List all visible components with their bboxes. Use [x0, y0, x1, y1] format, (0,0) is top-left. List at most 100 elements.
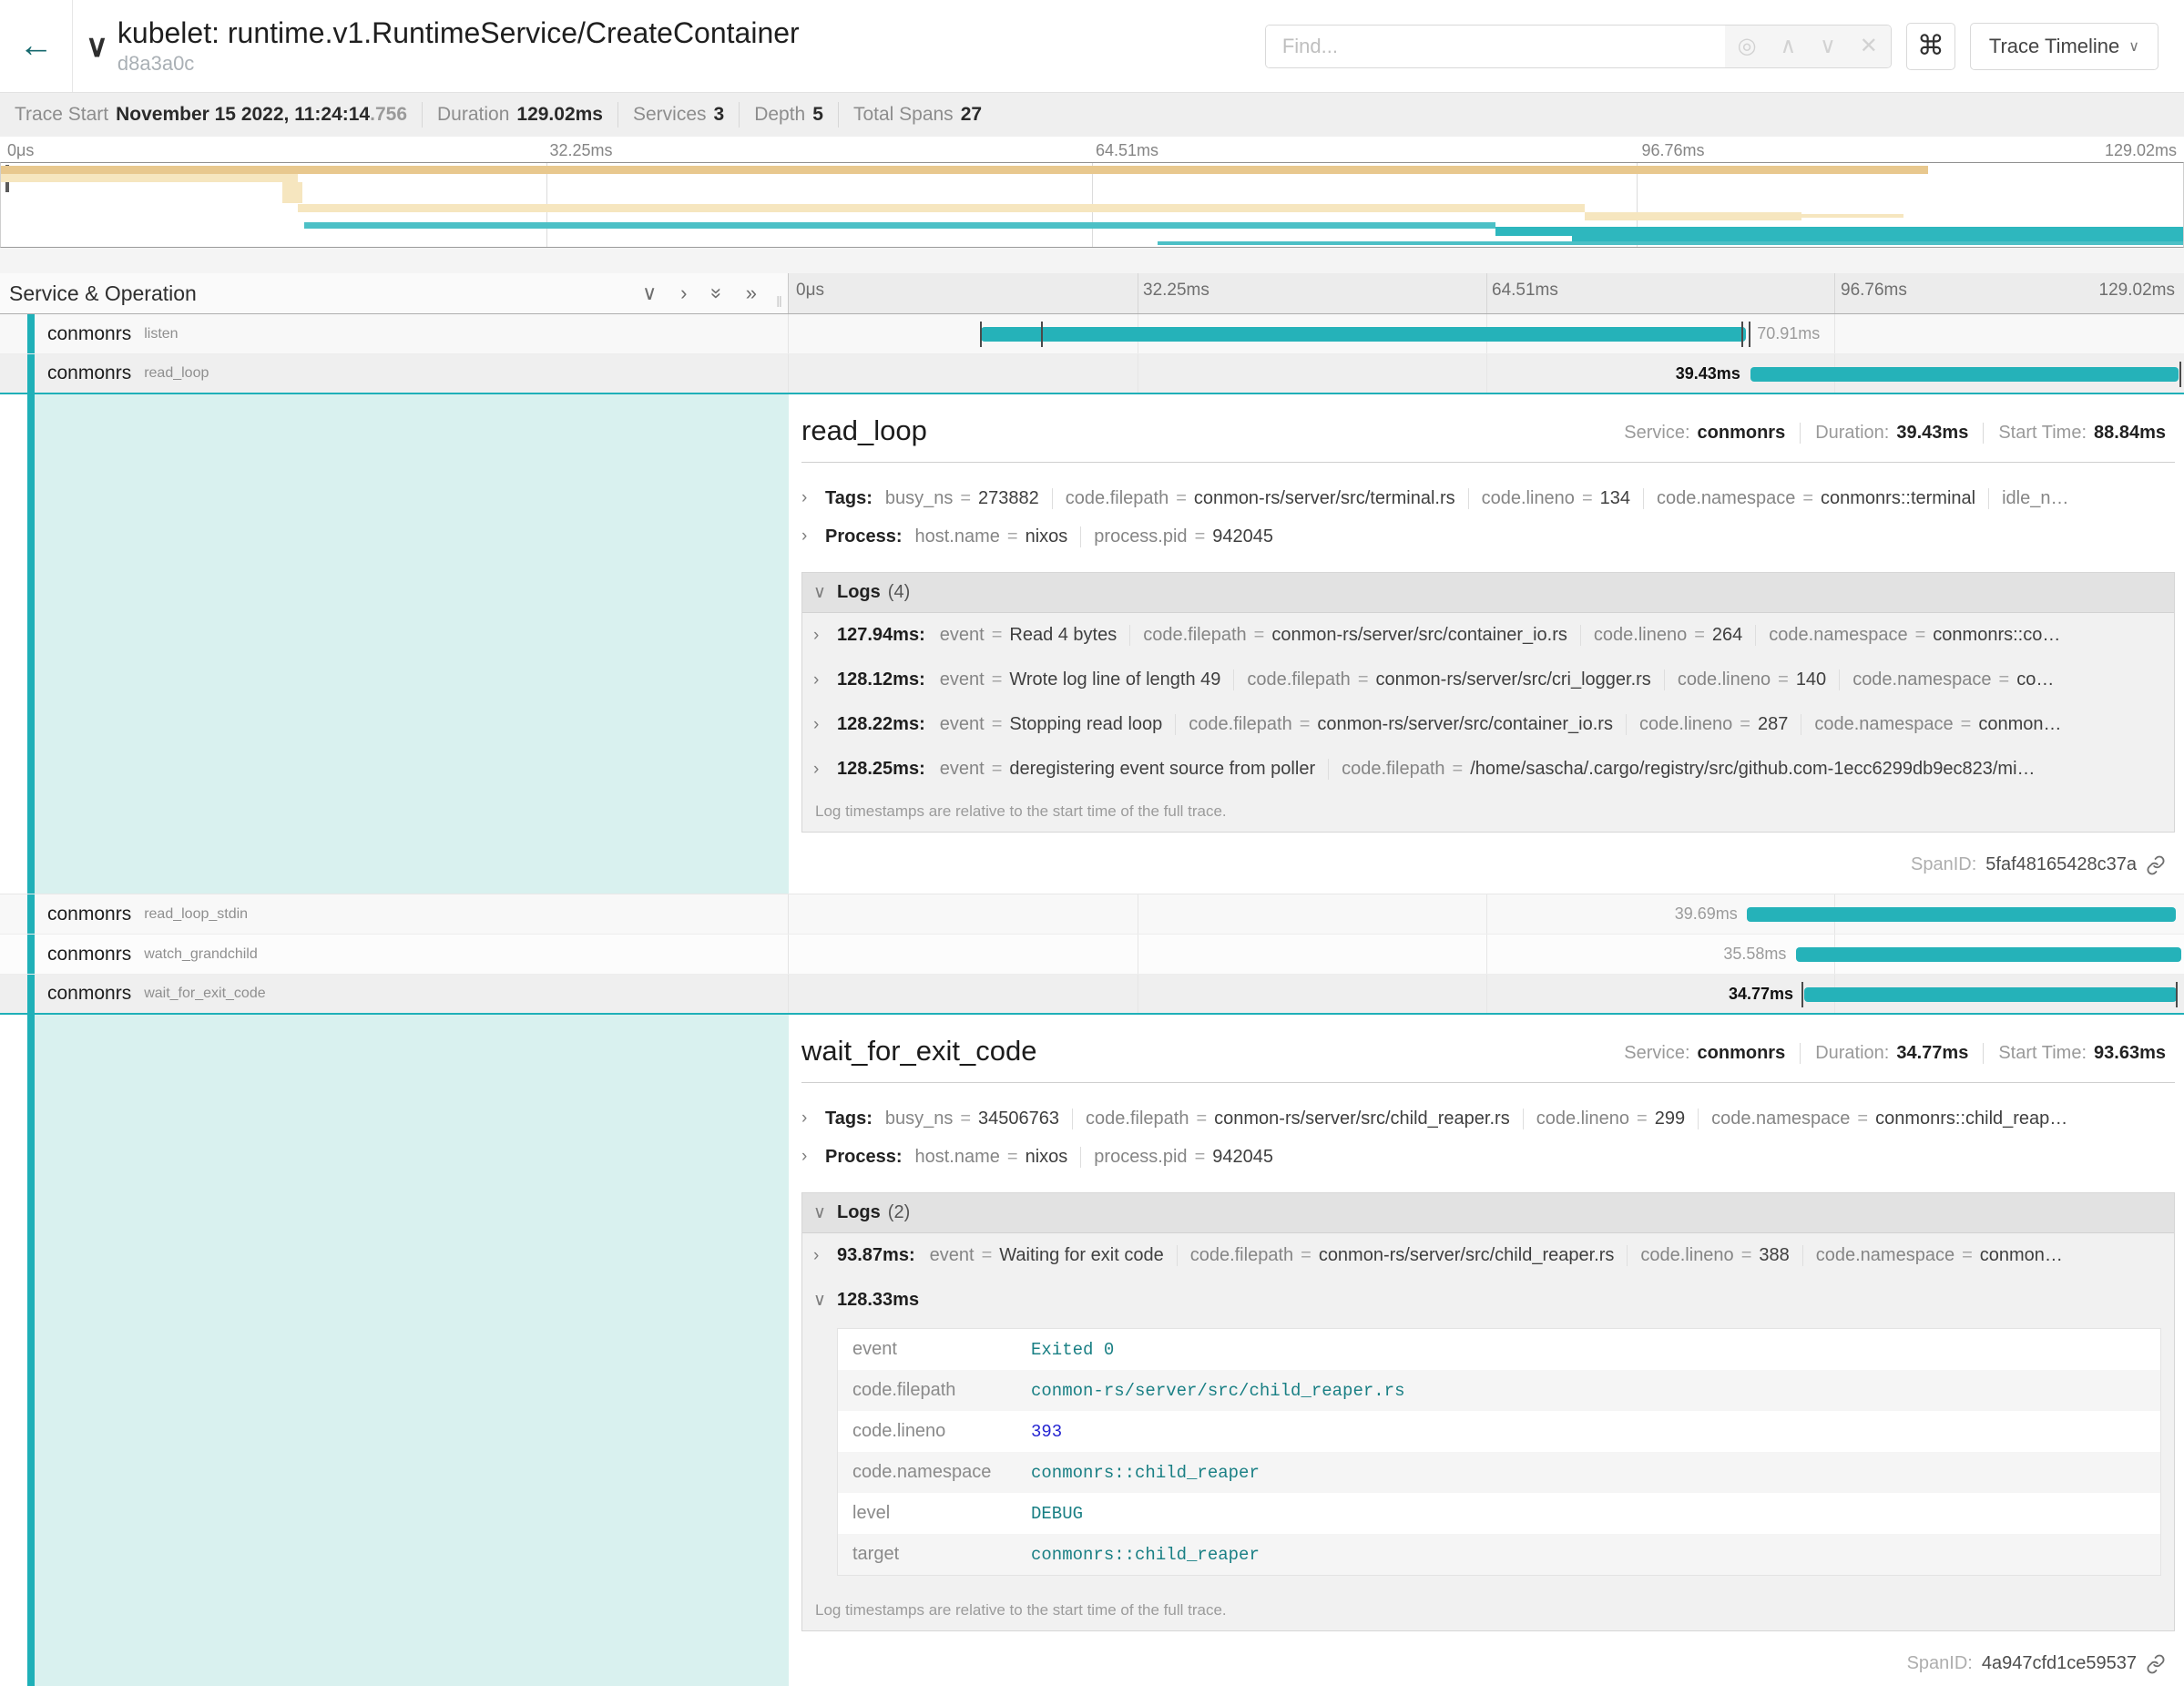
minimap-span-bar: [282, 182, 302, 203]
span-detail-wait_for_exit_code: wait_for_exit_code Service:conmonrs Dura…: [0, 1015, 2184, 1686]
trace-view-selector[interactable]: Trace Timeline ∨: [1970, 23, 2158, 70]
chevron-down-icon: ∨: [813, 1290, 837, 1311]
trace-start-label: Trace Start: [15, 104, 108, 126]
log-entry[interactable]: › 127.94ms: event=Read 4 bytes code.file…: [802, 613, 2174, 658]
minimap-span-bar: [298, 204, 1586, 212]
duration-label: Duration:: [1815, 1043, 1889, 1064]
span-operation: watch_grandchild: [144, 946, 258, 963]
span-duration-bar[interactable]: [1796, 947, 2181, 962]
log-entry[interactable]: › 128.25ms: event=deregistering event so…: [802, 747, 2174, 792]
duration-value: 34.77ms: [1896, 1043, 1968, 1064]
log-entry[interactable]: › 93.87ms: event=Waiting for exit code c…: [802, 1233, 2174, 1278]
span-timeline-cell[interactable]: 39.69ms: [789, 894, 2184, 934]
keyboard-shortcuts-button[interactable]: ⌘: [1906, 23, 1955, 70]
log-field-row: targetconmonrs::child_reaper: [838, 1534, 2160, 1575]
deep-link-icon[interactable]: [2146, 1654, 2166, 1674]
span-row-read_loop[interactable]: conmonrs read_loop 39.43ms: [0, 354, 2184, 394]
span-name-cell: conmonrs wait_for_exit_code: [0, 975, 789, 1013]
span-detail-gutter-fill[interactable]: [35, 394, 789, 894]
span-duration-bar[interactable]: [981, 327, 1746, 342]
log-entry-expanded[interactable]: ∨ 128.33ms: [802, 1278, 2174, 1323]
span-operation: read_loop_stdin: [144, 906, 248, 923]
spanid-label: SpanID:: [1907, 1653, 1973, 1674]
span-timeline-cell[interactable]: 39.43ms: [789, 354, 2184, 393]
depth-value: 5: [812, 104, 823, 126]
timeline-tick: 0μs: [796, 281, 824, 301]
span-service: conmonrs: [47, 904, 131, 925]
chevron-down-icon: ∨: [2128, 37, 2139, 56]
spanid-label: SpanID:: [1911, 854, 1976, 875]
process-accordian[interactable]: › Process: host.name=nixos process.pid=9…: [801, 1138, 2175, 1176]
span-row-listen[interactable]: conmonrs listen 70.91ms: [0, 314, 2184, 354]
collapse-one-icon[interactable]: ∨: [642, 283, 657, 303]
process-accordian[interactable]: › Process: host.name=nixos process.pid=9…: [801, 517, 2175, 556]
span-duration-label: 39.69ms: [1675, 904, 1738, 924]
span-detail-gutter-fill[interactable]: [35, 1015, 789, 1686]
timeline-tick: 32.25ms: [1143, 281, 1209, 301]
span-duration-label: 39.43ms: [1676, 364, 1740, 383]
deep-link-icon[interactable]: [2146, 855, 2166, 875]
tag-chip: idle_n…: [1988, 488, 2081, 509]
log-field: event=Stopping read loop: [940, 714, 1176, 735]
service-operation-header: Service & Operation ∨ › » » ‖: [0, 273, 789, 313]
log-field: code.lineno=140: [1664, 669, 1839, 690]
find-input[interactable]: [1266, 26, 1725, 67]
log-timestamp: 128.33ms: [837, 1290, 919, 1311]
back-arrow-icon: ←: [19, 26, 54, 65]
span-duration-bar[interactable]: [1747, 907, 2175, 922]
span-table-header: Service & Operation ∨ › » » ‖ 0μs 32.25m…: [0, 273, 2184, 314]
find-clear-icon[interactable]: ✕: [1860, 36, 1878, 57]
span-detail-title: read_loop: [801, 414, 927, 447]
ruler-tick: 32.25ms: [550, 141, 613, 160]
column-resizer-grip[interactable]: ‖: [776, 293, 782, 312]
span-row-read_loop_stdin[interactable]: conmonrs read_loop_stdin 39.69ms: [0, 894, 2184, 935]
span-row-wait_for_exit_code[interactable]: conmonrs wait_for_exit_code 34.77ms: [0, 975, 2184, 1015]
chevron-right-icon: ›: [801, 1147, 825, 1167]
log-entry[interactable]: › 128.22ms: event=Stopping read loop cod…: [802, 702, 2174, 747]
ruler-tick: 129.02ms: [2105, 141, 2177, 160]
logs-accordian-header[interactable]: ∨ Logs (4): [802, 573, 2174, 613]
log-timestamp: 128.12ms:: [837, 669, 925, 690]
timeline-tick: 129.02ms: [2099, 281, 2175, 301]
span-duration-bar[interactable]: [1804, 987, 2177, 1002]
service-color-accent: [27, 354, 35, 393]
trace-summary-bar: Trace Start November 15 2022, 11:24:14 .…: [0, 93, 2184, 137]
find-next-icon[interactable]: ∨: [1820, 36, 1836, 57]
minimap-span-bar: [1, 174, 298, 182]
process-label: Process:: [825, 526, 903, 547]
trace-title-collapse-toggle[interactable]: ∨: [86, 31, 108, 62]
find-match-icon[interactable]: ◎: [1738, 36, 1757, 57]
back-button[interactable]: ←: [0, 0, 73, 92]
chevron-right-icon: ›: [801, 526, 825, 547]
trace-minimap[interactable]: [0, 162, 2184, 248]
chevron-down-icon: ∨: [86, 29, 108, 64]
log-entry[interactable]: › 128.12ms: event=Wrote log line of leng…: [802, 658, 2174, 702]
collapse-all-icon[interactable]: »: [707, 288, 727, 299]
chevron-right-icon: ›: [813, 760, 837, 780]
spanid-value: 5faf48165428c37a: [1985, 854, 2137, 875]
span-operation: wait_for_exit_code: [144, 986, 265, 1002]
tags-label: Tags:: [825, 1109, 873, 1129]
expand-all-icon[interactable]: »: [746, 283, 757, 303]
find-group: ◎ ∧ ∨ ✕: [1265, 25, 1892, 68]
find-tools: ◎ ∧ ∨ ✕: [1725, 26, 1891, 67]
span-timeline-cell[interactable]: 70.91ms: [789, 314, 2184, 353]
trace-title: kubelet: runtime.v1.RuntimeService/Creat…: [117, 16, 800, 50]
spanid-value: 4a947cfd1ce59537: [1982, 1653, 2137, 1674]
logs-accordian-header[interactable]: ∨ Logs (2): [802, 1193, 2174, 1233]
tags-accordian[interactable]: › Tags: busy_ns=273882 code.filepath=con…: [801, 479, 2175, 517]
find-prev-icon[interactable]: ∧: [1781, 36, 1797, 57]
service-value: conmonrs: [1698, 1043, 1786, 1064]
log-field: code.namespace=conmonrs::co…: [1755, 625, 2073, 646]
log-field-row: code.filepathconmon-rs/server/src/child_…: [838, 1370, 2160, 1411]
span-duration-bar[interactable]: [1750, 367, 2179, 382]
trace-start-value: November 15 2022, 11:24:14: [116, 104, 370, 126]
span-tick: [1041, 322, 1043, 347]
expand-one-icon[interactable]: ›: [680, 283, 687, 303]
span-row-watch_grandchild[interactable]: conmonrs watch_grandchild 35.58ms: [0, 935, 2184, 975]
tags-accordian[interactable]: › Tags: busy_ns=34506763 code.filepath=c…: [801, 1099, 2175, 1138]
span-timeline-cell[interactable]: 35.58ms: [789, 935, 2184, 974]
span-timeline-cell[interactable]: 34.77ms: [789, 975, 2184, 1013]
log-field: code.filepath=conmon-rs/server/src/cri_l…: [1233, 669, 1663, 690]
tag-chip: code.lineno=299: [1523, 1109, 1698, 1129]
